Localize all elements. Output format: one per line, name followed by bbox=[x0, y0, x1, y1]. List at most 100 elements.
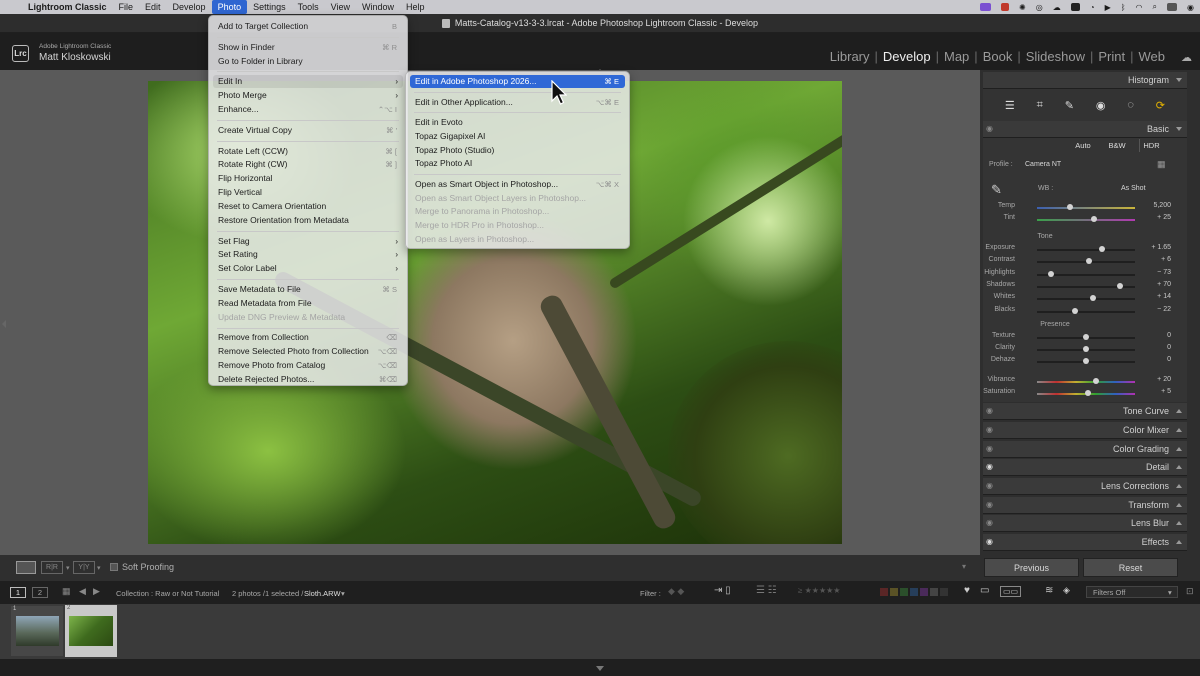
module-library[interactable]: Library bbox=[825, 49, 875, 64]
left-panel-toggle-icon[interactable] bbox=[2, 320, 6, 328]
histogram-header[interactable]: Histogram bbox=[983, 72, 1187, 89]
expand-panel-icon[interactable] bbox=[1176, 503, 1182, 507]
profile-browser-icon[interactable]: ▦ bbox=[1157, 159, 1166, 170]
thumbnail-cell[interactable]: 1 bbox=[11, 606, 63, 656]
expand-panel-icon[interactable] bbox=[1176, 447, 1182, 451]
expand-panel-icon[interactable] bbox=[1176, 540, 1182, 544]
comment-icon[interactable]: ▭ bbox=[980, 585, 989, 596]
slider-handle[interactable] bbox=[1090, 216, 1097, 222]
rating-filter-icon[interactable]: ≥ ★★★★★ bbox=[798, 586, 840, 595]
slider-track[interactable] bbox=[1037, 207, 1135, 209]
crop-icon[interactable]: ⌗ bbox=[1037, 99, 1043, 112]
edit-in-item-topaz-photo-studio[interactable]: Topaz Photo (Studio) bbox=[410, 144, 625, 157]
panel-header-lens-blur[interactable]: ◉ Lens Blur bbox=[983, 515, 1187, 532]
eye-icon[interactable]: ◉ bbox=[986, 500, 993, 509]
thumbnail-cell-selected[interactable]: 2 bbox=[65, 605, 117, 657]
photo-menu-item-add-to-target-collection[interactable]: Add to Target Collection B bbox=[213, 20, 403, 33]
slider-value[interactable]: + 5 bbox=[1161, 388, 1171, 395]
photo-menu-item-create-virtual-copy[interactable]: Create Virtual Copy ⌘ ' bbox=[213, 124, 403, 137]
slider-dehaze[interactable]: Dehaze 0 bbox=[983, 356, 1187, 368]
photo-menu-item-save-metadata-to-file[interactable]: Save Metadata to File ⌘ S bbox=[213, 283, 403, 296]
menu-photo[interactable]: Photo bbox=[211, 0, 248, 14]
slider-handle[interactable] bbox=[1089, 295, 1096, 302]
menu-settings[interactable]: Settings bbox=[247, 0, 292, 14]
clock-icon[interactable]: ◔ bbox=[1090, 3, 1095, 12]
slider-temp[interactable]: Temp 5,200 bbox=[983, 202, 1187, 214]
expand-panel-icon[interactable] bbox=[1176, 465, 1182, 469]
color-label-filter[interactable] bbox=[880, 588, 948, 596]
panel-header-color-grading[interactable]: ◉ Color Grading bbox=[983, 441, 1187, 458]
photo-menu-item-set-rating[interactable]: Set Rating › bbox=[213, 248, 403, 261]
slider-value[interactable]: − 73 bbox=[1157, 269, 1171, 276]
grid-icon[interactable]: ▦ bbox=[62, 586, 71, 597]
slider-tint[interactable]: Tint + 25 bbox=[983, 214, 1187, 226]
slider-value[interactable]: + 6 bbox=[1161, 256, 1171, 263]
eye-icon[interactable]: ◉ bbox=[986, 444, 993, 453]
slider-handle[interactable] bbox=[1085, 258, 1092, 265]
slider-value[interactable]: + 25 bbox=[1157, 214, 1171, 221]
menu-edit[interactable]: Edit bbox=[139, 0, 167, 14]
creative-cloud-icon[interactable]: ☁ bbox=[1181, 51, 1192, 64]
menu-window[interactable]: Window bbox=[356, 0, 400, 14]
wb-select[interactable]: As Shot bbox=[1121, 185, 1146, 192]
slider-whites[interactable]: Whites + 14 bbox=[983, 293, 1187, 305]
edit-in-item-open-as-smart-object-in-photoshop[interactable]: Open as Smart Object in Photoshop... ⌥⌘ X bbox=[410, 178, 625, 191]
menu-app-icon[interactable] bbox=[1070, 3, 1080, 11]
photo-menu-item-remove-photo-from-catalog[interactable]: Remove Photo from Catalog ⌥⌫ bbox=[213, 359, 403, 372]
photo-menu-item-show-in-finder[interactable]: Show in Finder ⌘ R bbox=[213, 41, 403, 54]
slider-value[interactable]: 5,200 bbox=[1153, 202, 1171, 209]
panel-header-detail[interactable]: ◉ Detail bbox=[983, 459, 1187, 476]
soft-proofing-checkbox[interactable] bbox=[110, 563, 118, 571]
panel-header-color-mixer[interactable]: ◉ Color Mixer bbox=[983, 422, 1187, 439]
eye-icon[interactable]: ◉ bbox=[986, 481, 993, 490]
photo-menu-item-go-to-folder-in-library[interactable]: Go to Folder in Library bbox=[213, 55, 403, 68]
eye-icon[interactable]: ◉ bbox=[986, 537, 993, 546]
toolbar-menu-icon[interactable]: ▾ bbox=[962, 562, 966, 571]
module-map[interactable]: Map bbox=[939, 49, 974, 64]
slider-handle[interactable] bbox=[1067, 204, 1074, 210]
profile-select[interactable]: Camera NT bbox=[1025, 161, 1061, 168]
slider-handle[interactable] bbox=[1083, 334, 1089, 340]
focus-icon[interactable]: ◎ bbox=[1036, 3, 1043, 12]
slider-exposure[interactable]: Exposure + 1.65 bbox=[983, 244, 1187, 256]
edit-in-item-edit-in-adobe-photoshop-2026[interactable]: Edit in Adobe Photoshop 2026... ⌘ E bbox=[410, 75, 625, 88]
panel-header-lens-corrections[interactable]: ◉ Lens Corrections bbox=[983, 478, 1187, 495]
module-slideshow[interactable]: Slideshow bbox=[1021, 49, 1090, 64]
photo-menu-item-remove-selected-photo-from-collection[interactable]: Remove Selected Photo from Collection ⌥⌫ bbox=[213, 345, 403, 358]
slider-saturation[interactable]: Saturation + 5 bbox=[983, 388, 1187, 400]
bluetooth-icon[interactable]: ᛒ bbox=[1121, 3, 1126, 12]
slider-track[interactable] bbox=[1037, 298, 1135, 301]
slider-value[interactable]: + 1.65 bbox=[1151, 244, 1171, 251]
reset-button[interactable]: Reset bbox=[1083, 558, 1178, 577]
slider-handle[interactable] bbox=[1083, 346, 1089, 352]
filename-menu-icon[interactable]: ▾ bbox=[341, 589, 345, 598]
slider-clarity[interactable]: Clarity 0 bbox=[983, 344, 1187, 356]
wifi-icon[interactable]: ◠ bbox=[1136, 3, 1143, 12]
eye-icon[interactable]: ◉ bbox=[986, 406, 993, 415]
expand-panel-icon[interactable] bbox=[1176, 409, 1182, 413]
red-eye-icon[interactable]: ◉ bbox=[1096, 99, 1106, 112]
module-develop[interactable]: Develop bbox=[878, 49, 936, 64]
basic-header[interactable]: ◉ Basic bbox=[983, 121, 1187, 138]
edit-in-item-edit-in-other-application[interactable]: Edit in Other Application... ⌥⌘ E bbox=[410, 96, 625, 109]
eyedropper-icon[interactable]: ✎ bbox=[991, 182, 1002, 198]
module-print[interactable]: Print bbox=[1093, 49, 1130, 64]
edit-sliders-icon[interactable]: ☰ bbox=[1005, 99, 1015, 112]
slider-handle[interactable] bbox=[1098, 246, 1105, 252]
edit-in-item-topaz-photo-ai[interactable]: Topaz Photo AI bbox=[410, 157, 625, 170]
before-after-menu-icon[interactable]: ▾ bbox=[66, 564, 70, 572]
panel-header-tone-curve[interactable]: ◉ Tone Curve bbox=[983, 403, 1187, 420]
filter-preset-menu-icon[interactable]: ▾ bbox=[1168, 588, 1172, 597]
playback-icon[interactable]: ▶ bbox=[1105, 3, 1111, 12]
hdr-button[interactable]: HDR bbox=[1139, 139, 1163, 152]
panel-header-effects[interactable]: ◉ Effects bbox=[983, 534, 1187, 551]
loupe-view-icon[interactable] bbox=[16, 561, 36, 574]
menu-view[interactable]: View bbox=[325, 0, 356, 14]
filter-preset-select[interactable]: Filters Off bbox=[1086, 586, 1178, 598]
monitor-2-button[interactable]: 2 bbox=[32, 587, 48, 598]
photo-menu-item-remove-from-collection[interactable]: Remove from Collection ⌫ bbox=[213, 331, 403, 344]
photo-menu-item-rotate-left-ccw[interactable]: Rotate Left (CCW) ⌘ [ bbox=[213, 145, 403, 158]
slider-vibrance[interactable]: Vibrance + 20 bbox=[983, 376, 1187, 388]
before-after-yy-menu-icon[interactable]: ▾ bbox=[97, 564, 101, 572]
photo-menu-item-reset-to-camera-orientation[interactable]: Reset to Camera Orientation bbox=[213, 200, 403, 213]
